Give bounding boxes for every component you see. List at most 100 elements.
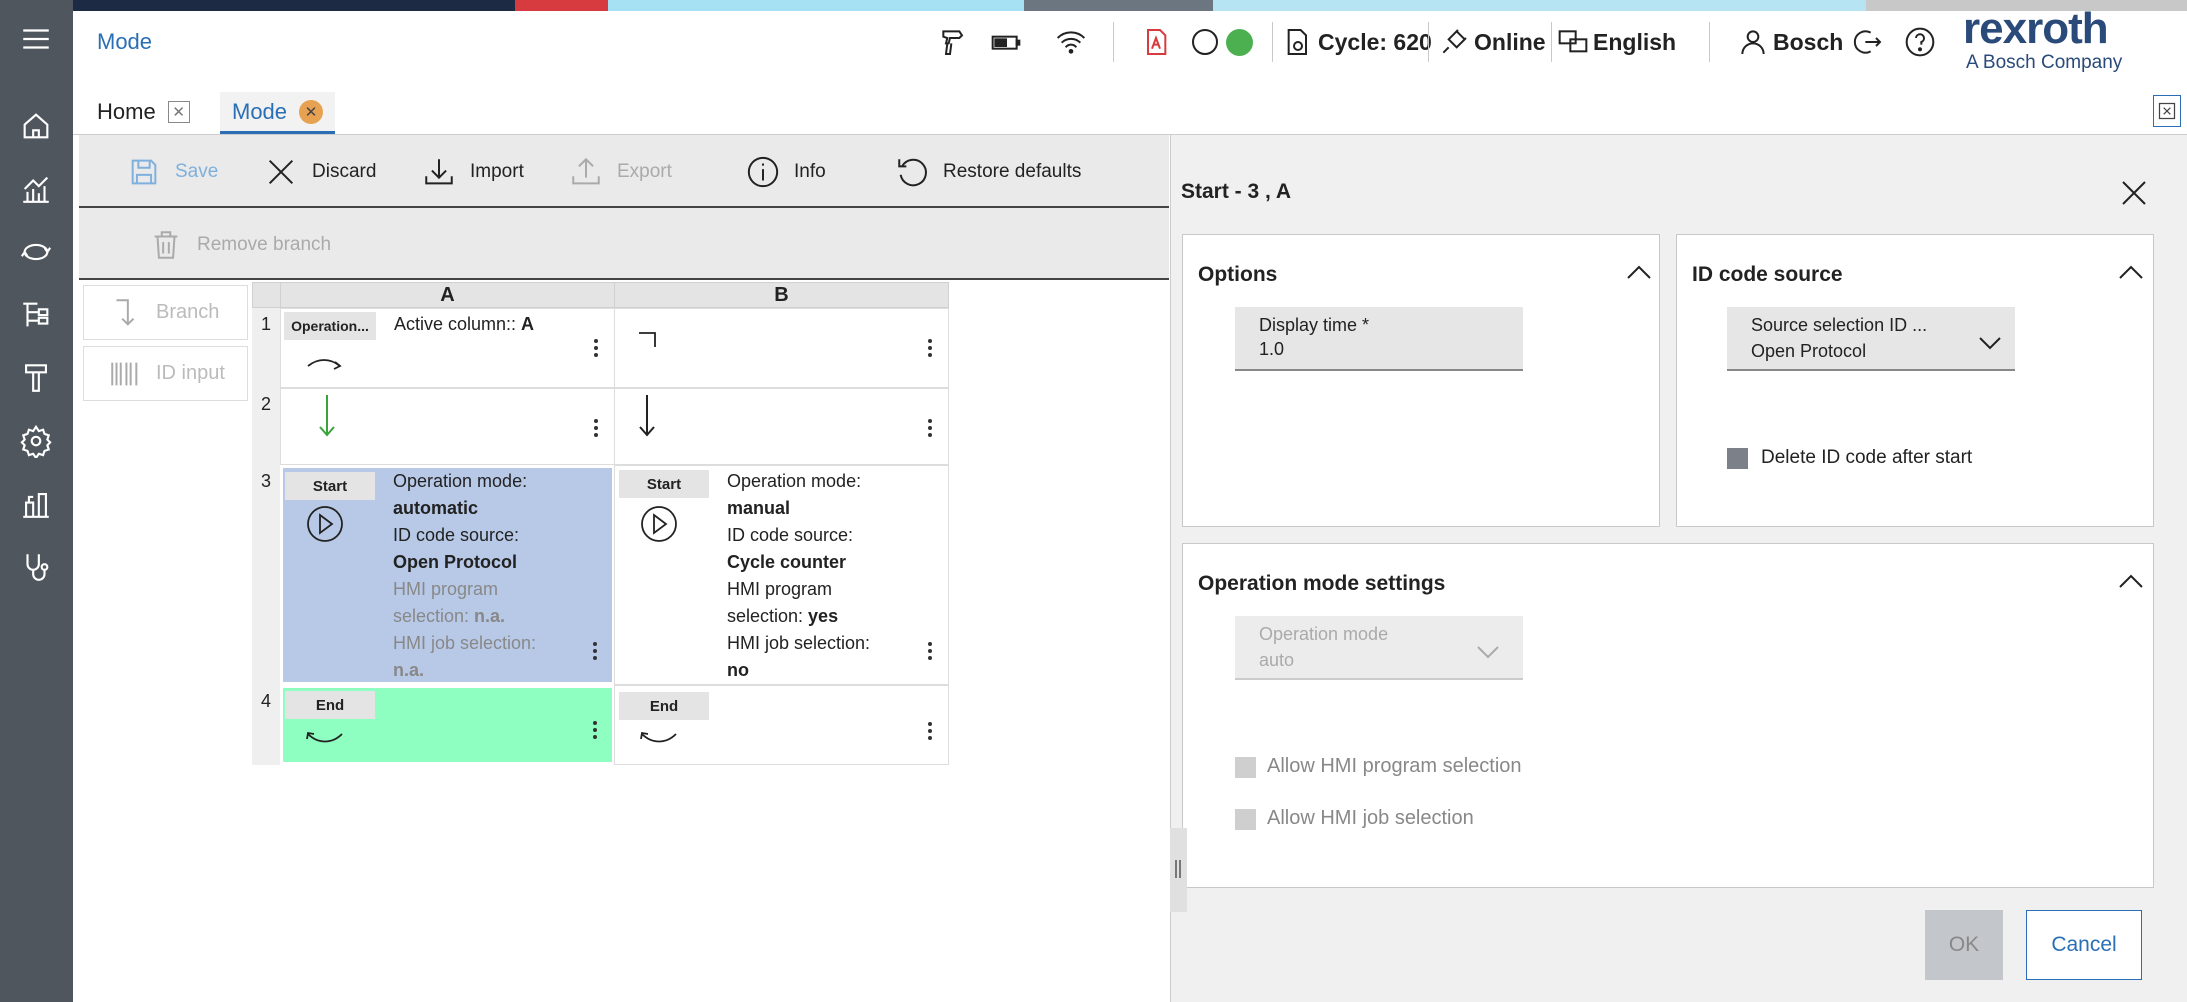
grid-cell-1a[interactable]: Operation... Active column:: A bbox=[280, 308, 615, 388]
source-selection-dropdown[interactable]: Source selection ID ... Open Protocol bbox=[1727, 307, 2015, 371]
detail-value: no bbox=[727, 660, 749, 680]
header-divider bbox=[1551, 22, 1552, 62]
cell-menu-icon[interactable] bbox=[927, 339, 933, 361]
tab-mode[interactable]: Mode ✕ bbox=[220, 92, 336, 134]
brand-tagline: A Bosch Company bbox=[1966, 52, 2123, 73]
top-color-strip bbox=[0, 0, 2187, 11]
header-divider bbox=[1272, 22, 1273, 62]
tab-home[interactable]: Home ✕ bbox=[97, 92, 190, 132]
column-header-a[interactable]: A bbox=[280, 282, 615, 308]
play-icon bbox=[307, 506, 343, 542]
cell-menu-icon[interactable] bbox=[593, 419, 599, 441]
status-light-on bbox=[1226, 28, 1253, 56]
operation-mode-label: Operation mode bbox=[1259, 624, 1389, 644]
panel-title: Start - 3 , A bbox=[1181, 180, 1292, 203]
panel-splitter-handle[interactable] bbox=[1170, 828, 1187, 912]
status-light-off bbox=[1192, 29, 1218, 55]
display-time-field[interactable]: Display time * 1.0 bbox=[1235, 307, 1523, 371]
allow-hmi-job-checkbox[interactable] bbox=[1235, 809, 1256, 830]
chevron-up-icon[interactable] bbox=[2117, 263, 2145, 281]
strip-segment bbox=[0, 0, 515, 11]
page-title: Mode bbox=[97, 29, 153, 54]
grid-cell-3b[interactable]: Start Operation mode: manual ID code sou… bbox=[614, 465, 949, 685]
home-icon[interactable] bbox=[17, 107, 55, 145]
restore-defaults-button[interactable]: Restore defaults bbox=[895, 153, 1081, 191]
row-number: 1 bbox=[252, 308, 280, 388]
remove-branch-button[interactable]: Remove branch bbox=[149, 226, 331, 264]
branch-icon bbox=[116, 298, 135, 326]
row-number: 3 bbox=[252, 465, 280, 685]
cell-menu-icon[interactable] bbox=[592, 642, 598, 664]
alert-icon[interactable] bbox=[1140, 20, 1176, 64]
display-time-value: 1.0 bbox=[1259, 339, 1285, 359]
source-selection-value: Open Protocol bbox=[1751, 341, 1867, 361]
collapse-panel-icon[interactable] bbox=[2153, 95, 2181, 127]
row-number: 4 bbox=[252, 685, 280, 765]
branch-palette-item[interactable]: Branch bbox=[83, 285, 248, 340]
end-chip: End bbox=[285, 691, 375, 719]
export-icon bbox=[572, 157, 600, 185]
chevron-up-icon[interactable] bbox=[1625, 263, 1653, 281]
cell-menu-icon[interactable] bbox=[927, 642, 933, 664]
grid-cell-4b[interactable]: End bbox=[614, 685, 949, 765]
allow-hmi-program-checkbox[interactable] bbox=[1235, 757, 1256, 778]
analytics-icon[interactable] bbox=[17, 170, 55, 208]
chevron-down-icon bbox=[1477, 646, 1499, 659]
language-selector[interactable]: English bbox=[1557, 20, 1676, 64]
restore-label: Restore defaults bbox=[943, 161, 1082, 182]
column-header-b[interactable]: B bbox=[614, 282, 949, 308]
station-icon[interactable] bbox=[17, 485, 55, 523]
id-input-palette-item[interactable]: ID input bbox=[83, 346, 248, 401]
logout-icon[interactable] bbox=[1852, 20, 1888, 64]
export-button[interactable]: Export bbox=[569, 153, 672, 191]
restore-icon bbox=[898, 158, 927, 187]
row-number: 2 bbox=[252, 388, 280, 465]
header-divider bbox=[1428, 22, 1429, 62]
import-label: Import bbox=[470, 161, 524, 182]
detail-label: HMI job selection: bbox=[727, 633, 871, 653]
start-chip: Start bbox=[285, 472, 375, 500]
active-column-text: Active column:: A bbox=[394, 311, 534, 338]
cell-menu-icon[interactable] bbox=[927, 722, 933, 744]
cell-3b-details: Operation mode: manual ID code source: C… bbox=[727, 468, 870, 684]
chevron-up-icon[interactable] bbox=[2117, 572, 2145, 590]
user-menu[interactable]: Bosch bbox=[1737, 20, 1843, 64]
close-tab-icon[interactable]: ✕ bbox=[167, 101, 190, 123]
active-column-value: A bbox=[521, 314, 535, 334]
help-icon[interactable] bbox=[1904, 20, 1940, 64]
cancel-button[interactable]: Cancel bbox=[2026, 910, 2142, 980]
close-panel-icon[interactable] bbox=[2119, 178, 2149, 208]
delete-id-code-checkbox[interactable] bbox=[1727, 448, 1748, 469]
settings-icon[interactable] bbox=[17, 422, 55, 460]
header-divider bbox=[1709, 22, 1710, 62]
grid-cell-4a[interactable]: End bbox=[280, 685, 615, 765]
cell-menu-icon[interactable] bbox=[592, 721, 598, 743]
menu-icon[interactable] bbox=[17, 20, 55, 58]
tool-icon[interactable] bbox=[17, 359, 55, 397]
info-label: Info bbox=[794, 161, 826, 182]
program-tree-icon[interactable] bbox=[17, 296, 55, 334]
active-column-label: Active column:: bbox=[394, 314, 522, 334]
cell-3a-details: Operation mode: automatic ID code source… bbox=[393, 468, 536, 684]
cell-menu-icon[interactable] bbox=[593, 339, 599, 361]
detail-value: automatic bbox=[393, 498, 479, 518]
ok-button[interactable]: OK bbox=[1925, 910, 2003, 980]
grid-cell-1b[interactable] bbox=[614, 308, 949, 388]
id-code-source-card: ID code source Source selection ID ... O… bbox=[1676, 234, 2154, 527]
delete-id-code-label: Delete ID code after start bbox=[1761, 447, 1973, 468]
chevron-down-icon bbox=[1979, 337, 2001, 350]
grid-cell-2a[interactable] bbox=[280, 388, 615, 465]
discard-button[interactable]: Discard bbox=[264, 153, 376, 191]
import-button[interactable]: Import bbox=[422, 153, 524, 191]
cycle-icon[interactable] bbox=[17, 233, 55, 271]
operation-mode-dropdown[interactable]: Operation mode auto bbox=[1235, 616, 1523, 680]
grid-cell-3a[interactable]: Start Operation mode: automatic ID code … bbox=[280, 465, 615, 685]
cell-menu-icon[interactable] bbox=[927, 419, 933, 441]
diagnostics-icon[interactable] bbox=[17, 548, 55, 586]
save-button[interactable]: Save bbox=[127, 153, 218, 191]
tab-home-label: Home bbox=[97, 99, 156, 124]
grid-cell-2b[interactable] bbox=[614, 388, 949, 465]
tab-mode-label: Mode bbox=[232, 98, 288, 124]
close-tab-unsaved-icon[interactable]: ✕ bbox=[299, 99, 324, 124]
info-button[interactable]: Info bbox=[746, 153, 826, 191]
